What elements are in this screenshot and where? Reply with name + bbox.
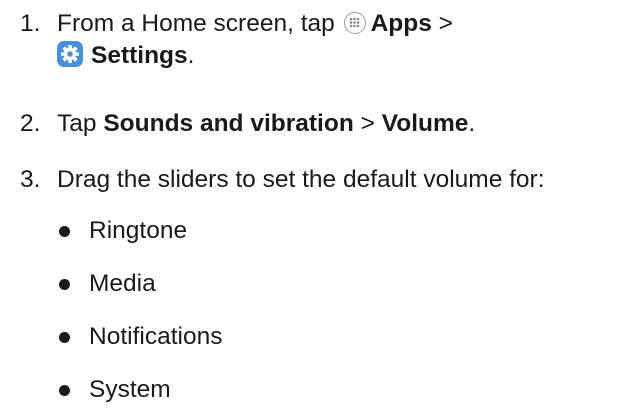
step-text: From a Home screen, tap Apps > xyxy=(57,8,453,40)
step-text: Drag the sliders to set the default volu… xyxy=(57,166,545,193)
step-suffix: . xyxy=(187,42,195,69)
bullet-icon xyxy=(59,279,70,290)
bullet-icon xyxy=(59,385,70,396)
step-number: 2. xyxy=(20,110,41,137)
step-text: Tap Sounds and vibration > Volume. xyxy=(57,108,475,140)
settings-label: Settings xyxy=(91,42,188,69)
sounds-label: Sounds and vibration xyxy=(103,110,354,137)
instructions-document: 1. From a Home screen, tap Apps > Settin… xyxy=(0,0,640,410)
volume-label: Volume xyxy=(381,110,469,137)
list-item-label: Media xyxy=(89,270,156,297)
separator: > xyxy=(360,110,375,137)
step-suffix: . xyxy=(468,110,476,137)
list-item-label: Ringtone xyxy=(89,217,188,244)
gear-icon xyxy=(57,41,83,67)
step-number: 1. xyxy=(20,10,41,37)
apps-label: Apps xyxy=(370,10,432,37)
list-item-label: System xyxy=(89,376,171,403)
step-prefix: Tap xyxy=(57,110,97,137)
step-text-line-2: Settings. xyxy=(57,40,194,72)
step-prefix: From a Home screen, tap xyxy=(57,10,335,37)
list-item-label: Notifications xyxy=(89,323,223,350)
separator: > xyxy=(438,10,453,37)
step-number: 3. xyxy=(20,166,41,193)
apps-grid-icon xyxy=(343,12,366,34)
bullet-icon xyxy=(59,226,70,237)
bullet-icon xyxy=(59,332,70,343)
